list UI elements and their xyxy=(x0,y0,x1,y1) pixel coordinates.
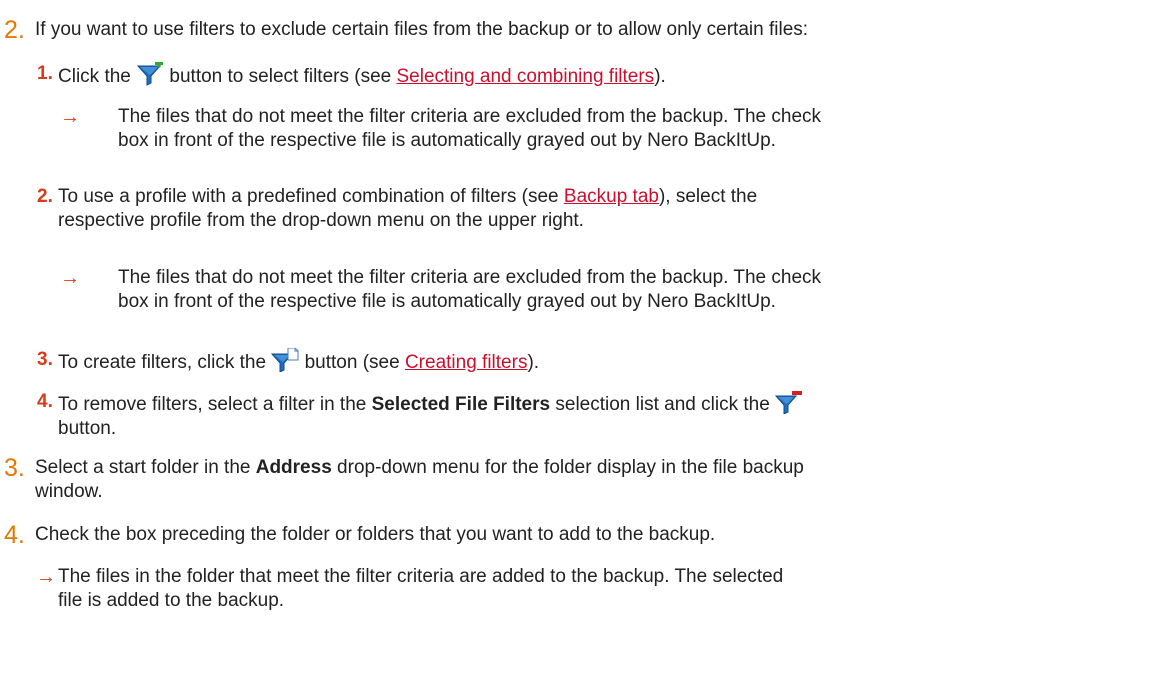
filter-add-icon xyxy=(136,62,164,86)
result-text: The files that do not meet the filter cr… xyxy=(118,106,822,151)
substep-text: To create filters, click the button (see… xyxy=(58,348,539,375)
step-number: 3. xyxy=(4,454,25,482)
link-creating-filters[interactable]: Creating filters xyxy=(405,352,528,373)
substep-number: 4. xyxy=(37,391,53,412)
result-arrow: → xyxy=(60,267,80,289)
substep-number: 3. xyxy=(37,349,53,370)
step-number: 2. xyxy=(4,16,25,44)
result-text: The files that do not meet the filter cr… xyxy=(118,267,822,312)
substep-number: 1. xyxy=(37,63,53,84)
filter-new-icon xyxy=(271,348,299,372)
result-arrow: → xyxy=(36,566,56,588)
filter-remove-icon xyxy=(775,390,803,414)
substep-text: To remove filters, select a filter in th… xyxy=(58,390,803,441)
step-text: Select a start folder in the Address dro… xyxy=(35,457,804,502)
result-text: The files in the folder that meet the fi… xyxy=(58,566,784,611)
step-text: If you want to use filters to exclude ce… xyxy=(35,19,809,40)
link-backup-tab[interactable]: Backup tab xyxy=(564,186,659,207)
step-text: Check the box preceding the folder or fo… xyxy=(35,524,716,545)
substep-text: Click the button to select filters (see … xyxy=(58,62,666,89)
substep-number: 2. xyxy=(37,186,53,207)
substep-text: To use a profile with a predefined combi… xyxy=(58,186,758,231)
link-selecting-filters[interactable]: Selecting and combining filters xyxy=(396,66,654,87)
help-document: 2. If you want to use filters to exclude… xyxy=(0,0,1156,687)
step-number: 4. xyxy=(4,521,25,549)
result-arrow: → xyxy=(60,106,80,128)
